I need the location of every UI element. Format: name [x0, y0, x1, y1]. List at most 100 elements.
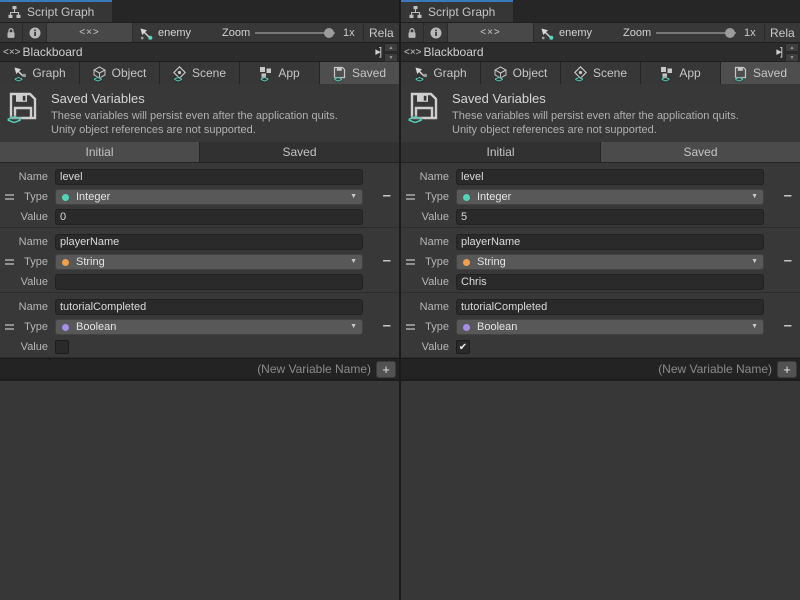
scroll-down-button[interactable]: ▼: [785, 53, 799, 62]
remove-variable-button[interactable]: –: [383, 189, 391, 203]
subtab-saved-label: Saved: [683, 145, 717, 159]
add-variable-button[interactable]: +: [777, 361, 797, 378]
variable-value-input[interactable]: [456, 209, 764, 225]
variables-toggle-button[interactable]: <×>: [448, 23, 534, 42]
variable-name-input[interactable]: [456, 169, 764, 185]
section-title: Saved Variables: [452, 91, 739, 106]
relations-button[interactable]: Rela: [369, 23, 394, 43]
variable-group-level: Name Type Integer ▼ Value –: [401, 163, 800, 228]
variable-type-dropdown[interactable]: Integer ▼: [55, 189, 363, 205]
zoom-slider-handle[interactable]: [725, 28, 735, 38]
tab-graph-label: Graph: [433, 66, 466, 80]
variable-type-dropdown[interactable]: Integer ▼: [456, 189, 764, 205]
chevron-down-icon: ▼: [350, 258, 357, 265]
remove-variable-button[interactable]: –: [784, 319, 792, 333]
variable-value-input[interactable]: [456, 274, 764, 290]
info-button[interactable]: [424, 23, 448, 42]
variable-value-checkbox[interactable]: [55, 340, 69, 354]
variable-name-input[interactable]: [55, 169, 363, 185]
subtab-saved[interactable]: Saved: [601, 142, 800, 162]
drag-handle-icon[interactable]: [5, 194, 14, 200]
tab-app[interactable]: <> App: [240, 62, 319, 84]
tab-app[interactable]: <> App: [641, 62, 720, 84]
variable-name-input[interactable]: [456, 299, 764, 315]
drag-handle-icon[interactable]: [5, 259, 14, 265]
code-badge-icon: <>: [661, 75, 668, 84]
variable-value-input[interactable]: [55, 209, 363, 225]
scroll-up-button[interactable]: ▲: [384, 43, 398, 52]
tab-script-graph[interactable]: Script Graph: [0, 0, 112, 22]
variable-name-input[interactable]: [456, 234, 764, 250]
saved-variables-icon: <>: [409, 91, 441, 125]
variable-type-dropdown[interactable]: Boolean ▼: [456, 319, 764, 335]
variables-list: Name Type Integer ▼ Value –: [0, 163, 399, 358]
script-graph-panel-left: Script Graph <×> enemy: [0, 0, 399, 600]
scroll-down-button[interactable]: ▼: [384, 53, 398, 62]
script-graph-icon: [409, 6, 422, 18]
tab-graph[interactable]: <> Graph: [0, 62, 79, 84]
zoom-value: 1x: [744, 23, 756, 43]
graph-breadcrumb[interactable]: enemy: [540, 23, 592, 43]
drag-handle-icon[interactable]: [5, 324, 14, 330]
section-description-line2: Unity object references are not supporte…: [452, 123, 739, 137]
saved-variables-text: Saved Variables These variables will per…: [51, 91, 338, 135]
variable-type-dropdown[interactable]: Boolean ▼: [55, 319, 363, 335]
tab-scene[interactable]: <> Scene: [160, 62, 239, 84]
variable-value-checkbox[interactable]: ✔: [456, 340, 470, 354]
variable-type-dropdown[interactable]: String ▼: [456, 254, 764, 270]
subtab-initial[interactable]: Initial: [401, 142, 600, 162]
tab-script-graph[interactable]: Script Graph: [401, 0, 513, 22]
zoom-slider-handle[interactable]: [324, 28, 334, 38]
relations-button[interactable]: Rela: [770, 23, 795, 43]
remove-variable-button[interactable]: –: [383, 254, 391, 268]
drag-handle-icon[interactable]: [406, 259, 415, 265]
chevron-down-icon: ▼: [751, 323, 758, 330]
drag-handle-icon[interactable]: [406, 324, 415, 330]
tab-object[interactable]: <> Object: [80, 62, 159, 84]
blackboard-variables-icon: <×>: [3, 47, 21, 58]
remove-variable-button[interactable]: –: [784, 254, 792, 268]
section-description-line1: These variables will persist even after …: [51, 109, 338, 123]
variable-name-input[interactable]: [55, 299, 363, 315]
remove-variable-button[interactable]: –: [383, 319, 391, 333]
toolbar-separator: [764, 24, 765, 42]
value-label: Value: [0, 211, 55, 223]
variable-type-dropdown[interactable]: String ▼: [55, 254, 363, 270]
tab-saved-label: Saved: [753, 66, 787, 80]
scroll-up-button[interactable]: ▲: [785, 43, 799, 52]
new-variable-input[interactable]: [407, 361, 772, 378]
variable-name-input[interactable]: [55, 234, 363, 250]
zoom-slider[interactable]: [255, 32, 335, 34]
blackboard-header: <×> Blackboard ▸] ▲ ▼: [0, 42, 399, 62]
value-label: Value: [0, 276, 55, 288]
subtab-initial[interactable]: Initial: [0, 142, 199, 162]
variable-group-playerName: Name Type String ▼ Value –: [401, 228, 800, 293]
remove-variable-button[interactable]: –: [784, 189, 792, 203]
graph-arrow-icon: [540, 27, 554, 40]
code-badge-icon: <>: [575, 75, 582, 84]
tab-object[interactable]: <> Object: [481, 62, 560, 84]
subtab-initial-label: Initial: [85, 145, 113, 159]
lock-button[interactable]: [401, 23, 424, 42]
lock-button[interactable]: [0, 23, 23, 42]
info-button[interactable]: [23, 23, 47, 42]
tab-saved[interactable]: <> Saved: [721, 62, 800, 84]
add-variable-button[interactable]: +: [376, 361, 396, 378]
new-variable-input[interactable]: [6, 361, 371, 378]
dock-icon[interactable]: ▸]: [375, 45, 380, 58]
tab-scene[interactable]: <> Scene: [561, 62, 640, 84]
section-description-line2: Unity object references are not supporte…: [51, 123, 338, 137]
subtab-saved[interactable]: Saved: [200, 142, 399, 162]
type-value: String: [477, 256, 506, 268]
variable-value-input[interactable]: [55, 274, 363, 290]
tab-graph[interactable]: <> Graph: [401, 62, 480, 84]
section-description-line1: These variables will persist even after …: [452, 109, 739, 123]
drag-handle-icon[interactable]: [406, 194, 415, 200]
dock-icon[interactable]: ▸]: [776, 45, 781, 58]
saved-tab-icon: <>: [734, 66, 748, 80]
graph-breadcrumb[interactable]: enemy: [139, 23, 191, 43]
scene-tab-icon: <>: [173, 66, 187, 80]
variables-toggle-button[interactable]: <×>: [47, 23, 133, 42]
tab-saved[interactable]: <> Saved: [320, 62, 399, 84]
zoom-slider[interactable]: [656, 32, 736, 34]
